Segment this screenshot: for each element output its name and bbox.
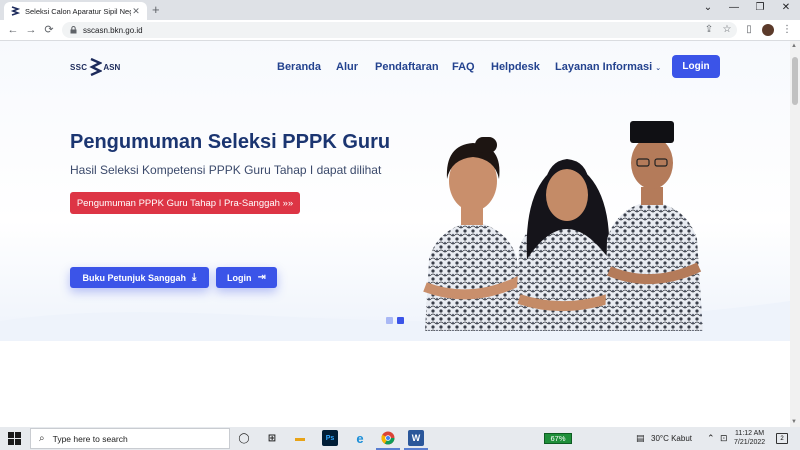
weather-icon: ▤ (636, 433, 645, 443)
forward-icon[interactable]: → (24, 23, 38, 37)
web-page: SSC ASN Beranda Alur Pendaftaran FAQ Hel… (0, 41, 790, 427)
address-bar[interactable]: sscasn.bkn.go.id (62, 22, 737, 38)
scroll-up-icon[interactable]: ▲ (791, 43, 797, 49)
url-text: sscasn.bkn.go.id (83, 25, 143, 35)
widgets-icon[interactable]: ⊞ (264, 430, 280, 446)
minimize-icon[interactable]: — (724, 2, 744, 13)
nav-pendaftaran[interactable]: Pendaftaran (375, 61, 439, 73)
download-icon: ⤓ (192, 272, 197, 283)
back-icon[interactable]: ← (6, 23, 20, 37)
edge-glyph: e (356, 430, 364, 446)
tab-search-icon[interactable]: ⌄ (698, 2, 718, 13)
logo-text-asn: ASN (103, 62, 121, 72)
page-scrollbar[interactable]: ▲ ▼ (790, 41, 800, 427)
search-icon: ⌕ (39, 433, 45, 444)
browser-menu-icon[interactable]: ⋮ (780, 23, 794, 37)
chrome-logo-icon (381, 431, 395, 445)
nav-faq[interactable]: FAQ (452, 61, 475, 73)
browser-toolbar: ← → ⟳ sscasn.bkn.go.id ⇪ ☆ ▯ ⋮ (0, 20, 800, 41)
share-icon[interactable]: ⇪ (702, 23, 716, 37)
hero-login-label: Login (227, 272, 252, 283)
hero-login-button[interactable]: Login ⇥ (216, 267, 277, 288)
nav-layanan-informasi[interactable]: Layanan Informasi ⌄ (555, 61, 661, 73)
windows-taskbar: ⌕ Type here to search ◯ ⊞ ▬ Ps e W 67% ▤… (0, 427, 800, 450)
windows-start-icon[interactable] (8, 432, 21, 445)
carousel-indicators (386, 317, 404, 324)
new-tab-icon[interactable]: + (152, 3, 160, 17)
logo-text-ssc: SSC (70, 62, 88, 72)
nav-helpdesk[interactable]: Helpdesk (491, 61, 540, 73)
search-placeholder: Type here to search (52, 433, 128, 444)
guide-button-label: Buku Petunjuk Sanggah (82, 272, 187, 283)
tab-close-icon[interactable]: ✕ (131, 6, 141, 17)
word-glyph: W (411, 433, 421, 443)
header-login-button[interactable]: Login (672, 55, 720, 78)
taskbar-search-box[interactable]: ⌕ Type here to search (30, 428, 230, 449)
hero-subtitle: Hasil Seleksi Kompetensi PPPK Guru Tahap… (70, 163, 382, 177)
lock-icon (70, 26, 77, 34)
side-panel-icon[interactable]: ▯ (742, 23, 756, 37)
chevron-down-icon: ⌄ (655, 65, 662, 72)
file-explorer-glyph: ▬ (295, 432, 305, 444)
weather-text[interactable]: 30°C Kabut (651, 434, 692, 443)
notification-center-icon[interactable]: 2 (776, 433, 788, 444)
close-window-icon[interactable]: ✕ (776, 2, 796, 13)
maximize-icon[interactable]: ❐ (750, 2, 770, 13)
bookmark-star-icon[interactable]: ☆ (720, 23, 734, 37)
network-icon[interactable]: ⊡ (720, 433, 728, 444)
logo-mark-icon (89, 58, 103, 76)
browser-tab-bar: Seleksi Calon Aparatur Sipil Negara ✕ + … (0, 0, 800, 20)
photoshop-icon[interactable]: Ps (322, 430, 338, 446)
clock-time: 11:12 AM (735, 430, 765, 437)
scrollbar-thumb[interactable] (792, 57, 798, 105)
hero-teachers-illustration (423, 121, 703, 331)
browser-tab[interactable]: Seleksi Calon Aparatur Sipil Negara ✕ (4, 2, 147, 20)
clock[interactable]: 11:12 AM 7/21/2022 (734, 429, 765, 447)
clock-date: 7/21/2022 (734, 439, 766, 446)
file-explorer-icon[interactable]: ▬ (292, 430, 308, 446)
edge-icon[interactable]: e (352, 430, 368, 446)
login-arrow-icon: ⇥ (257, 272, 266, 283)
sscasn-favicon-icon (10, 6, 20, 16)
reload-icon[interactable]: ⟳ (42, 23, 56, 37)
carousel-dot-2[interactable] (397, 317, 404, 324)
chrome-icon[interactable] (380, 430, 396, 446)
sscasn-logo[interactable]: SSC ASN (70, 57, 120, 77)
tab-title: Seleksi Calon Aparatur Sipil Negara (25, 6, 131, 16)
carousel-dot-1[interactable] (386, 317, 393, 324)
scroll-down-icon[interactable]: ▼ (791, 419, 797, 425)
photoshop-glyph: Ps (325, 434, 335, 442)
announcement-button[interactable]: Pengumuman PPPK Guru Tahap I Pra-Sanggah… (70, 192, 300, 214)
nav-alur[interactable]: Alur (336, 61, 358, 73)
hero-title: Pengumuman Seleksi PPPK Guru (70, 131, 391, 153)
show-hidden-icons-icon[interactable]: ⌃ (707, 433, 715, 444)
word-icon[interactable]: W (408, 430, 424, 446)
nav-layanan-informasi-label: Layanan Informasi (555, 61, 653, 73)
profile-avatar[interactable] (762, 24, 774, 36)
task-view-icon[interactable]: ◯ (236, 430, 252, 446)
guide-download-button[interactable]: Buku Petunjuk Sanggah ⤓ (70, 267, 209, 288)
battery-indicator[interactable]: 67% (544, 433, 572, 444)
nav-beranda[interactable]: Beranda (277, 61, 321, 73)
